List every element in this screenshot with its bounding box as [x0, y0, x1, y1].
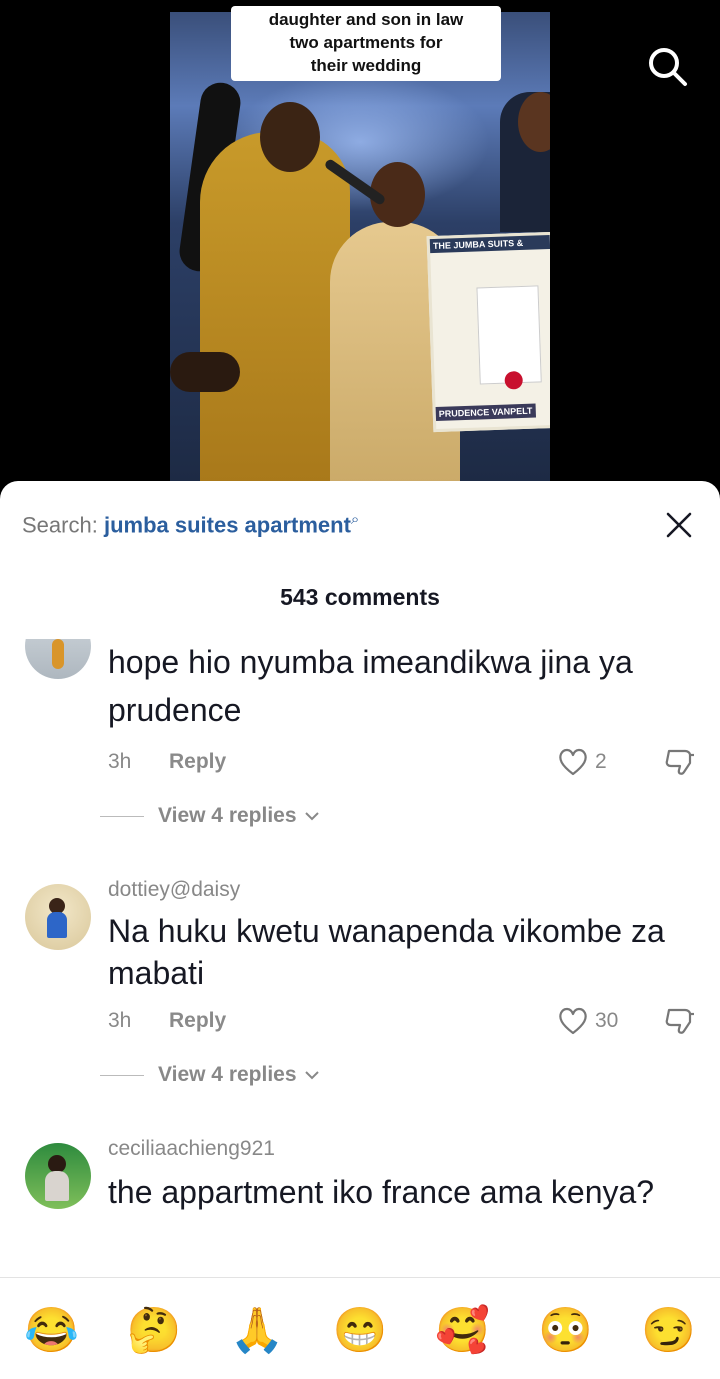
search-icon[interactable]	[645, 44, 689, 88]
avatar[interactable]	[25, 639, 91, 679]
certificate-header: THE JUMBA SUITS &	[429, 234, 550, 254]
avatar-figure	[45, 1171, 69, 1201]
emoji-button[interactable]: 😁	[330, 1301, 390, 1361]
like-button[interactable]: 30	[557, 1006, 618, 1036]
search-query-icon: ⌕	[350, 511, 360, 528]
certificate-footer: PRUDENCE VANPELT	[435, 403, 536, 422]
emoji-quick-bar: 😂 🤔 🙏 😁 🥰 😳 😏	[0, 1286, 720, 1376]
video-figure-head	[260, 102, 320, 172]
search-label: Search:	[22, 512, 98, 538]
comment-time: 3h	[108, 1009, 132, 1032]
view-replies-label: View 4 replies	[158, 1063, 297, 1086]
like-button[interactable]: 2	[557, 747, 607, 777]
video-figure-hand	[170, 352, 240, 392]
emoji-button[interactable]: 😂	[21, 1301, 81, 1361]
dislike-icon[interactable]	[663, 1006, 697, 1038]
comment-meta: 3h Reply	[108, 1009, 226, 1033]
reply-button[interactable]: Reply	[169, 1009, 226, 1033]
comment-text: hope hio nyumba imeandikwa jina ya prude…	[108, 644, 633, 728]
view-replies-line	[100, 1074, 144, 1076]
emoji-button[interactable]: 🙏	[227, 1301, 287, 1361]
comments-sheet: Search: jumba suites apartment⌕ 543 comm…	[0, 481, 720, 1379]
caption-line: daughter and son in law	[268, 10, 464, 29]
emoji-button[interactable]: 🥰	[433, 1301, 493, 1361]
comment-time: 3h	[108, 750, 132, 773]
heart-icon	[559, 748, 587, 776]
divider	[0, 1277, 720, 1278]
close-icon[interactable]	[663, 509, 695, 541]
video-figure-woman-gold-dress	[200, 132, 350, 482]
heart-icon	[559, 1007, 587, 1035]
certificate-paper	[476, 285, 542, 385]
avatar[interactable]	[25, 1143, 91, 1209]
caption-line: their wedding	[310, 56, 422, 75]
video-frame: THE JUMBA SUITS & PRUDENCE VANPELT	[170, 12, 550, 482]
emoji-button[interactable]: 🤔	[124, 1301, 184, 1361]
comment-username[interactable]: dottiey@daisy	[108, 878, 240, 902]
emoji-button[interactable]: 😳	[536, 1301, 596, 1361]
search-suggestion[interactable]: Search: jumba suites apartment⌕	[22, 511, 359, 538]
chevron-down-icon	[304, 1071, 319, 1080]
video-caption: daughter and son in law two apartments f…	[231, 6, 501, 81]
comment-text: Na huku kwetu wanapenda vikombe za mabat…	[108, 913, 665, 991]
view-replies-line	[100, 815, 144, 817]
caption-line: two apartments for	[289, 33, 443, 52]
dislike-icon[interactable]	[663, 747, 697, 779]
comment-meta: 3h Reply	[108, 750, 226, 774]
emoji-button[interactable]: 😏	[638, 1301, 698, 1361]
chevron-down-icon	[304, 812, 319, 821]
view-replies-button[interactable]: View 4 replies	[100, 1063, 321, 1087]
view-replies-button[interactable]: View 4 replies	[100, 804, 321, 828]
like-count: 30	[595, 1009, 619, 1032]
certificate-frame: THE JUMBA SUITS & PRUDENCE VANPELT	[426, 231, 550, 433]
certificate-seal	[504, 370, 524, 390]
avatar[interactable]	[25, 884, 91, 950]
avatar-figure	[52, 639, 64, 669]
comments-count: 543 comments	[280, 584, 440, 610]
view-replies-label: View 4 replies	[158, 804, 297, 827]
search-query-link[interactable]: jumba suites apartment	[104, 512, 351, 537]
reply-button[interactable]: Reply	[169, 750, 226, 774]
comment-text: the appartment iko france ama kenya?	[108, 1174, 655, 1210]
video-area[interactable]: THE JUMBA SUITS & PRUDENCE VANPELT daugh…	[0, 0, 720, 500]
comment-username[interactable]: ceciliaachieng921	[108, 1137, 275, 1161]
avatar-figure	[47, 912, 67, 938]
like-count: 2	[595, 750, 607, 773]
